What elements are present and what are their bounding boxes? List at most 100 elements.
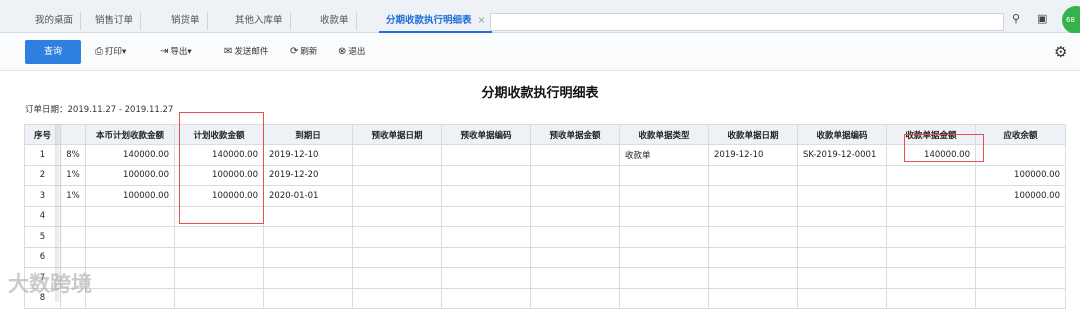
- table-cell[interactable]: [174, 246, 264, 268]
- column-header[interactable]: 预收单据编码: [441, 124, 531, 145]
- table-cell[interactable]: 8%: [60, 144, 86, 166]
- table-cell[interactable]: [886, 164, 976, 186]
- table-cell[interactable]: [975, 246, 1066, 268]
- table-cell[interactable]: [441, 185, 531, 207]
- table-cell[interactable]: 100000.00: [975, 164, 1066, 186]
- table-cell[interactable]: [263, 246, 353, 268]
- table-cell[interactable]: [975, 205, 1066, 227]
- table-cell[interactable]: [352, 267, 442, 289]
- table-cell[interactable]: [441, 164, 531, 186]
- table-row[interactable]: 8: [24, 287, 1066, 309]
- table-cell[interactable]: [530, 226, 620, 248]
- table-cell[interactable]: [352, 205, 442, 227]
- table-cell[interactable]: [708, 246, 798, 268]
- table-cell[interactable]: [85, 267, 175, 289]
- exit-button[interactable]: ⊗ 退出: [338, 45, 365, 57]
- table-cell[interactable]: [797, 226, 887, 248]
- export-button[interactable]: ⇥ 导出▾: [160, 45, 192, 57]
- table-cell[interactable]: [886, 185, 976, 207]
- table-cell[interactable]: [263, 267, 353, 289]
- tab-my-desktop[interactable]: 我的桌面: [28, 12, 82, 30]
- column-header[interactable]: 到期日: [263, 124, 353, 145]
- table-cell[interactable]: [619, 267, 709, 289]
- fullscreen-icon[interactable]: ▣: [1037, 12, 1047, 25]
- table-cell[interactable]: [619, 226, 709, 248]
- gear-icon[interactable]: ⚙: [1054, 43, 1067, 61]
- table-cell[interactable]: [174, 267, 264, 289]
- table-row[interactable]: 5: [24, 226, 1066, 248]
- table-cell[interactable]: [60, 246, 86, 268]
- table-cell[interactable]: [886, 205, 976, 227]
- table-cell[interactable]: [352, 246, 442, 268]
- table-cell[interactable]: [60, 205, 86, 227]
- table-cell[interactable]: [975, 226, 1066, 248]
- query-button[interactable]: 查询: [25, 40, 81, 64]
- table-cell[interactable]: 100000.00: [85, 164, 175, 186]
- table-cell[interactable]: [174, 226, 264, 248]
- table-cell[interactable]: [174, 287, 264, 309]
- table-cell[interactable]: [352, 144, 442, 166]
- table-cell[interactable]: [797, 205, 887, 227]
- table-cell[interactable]: 2019-12-10: [263, 144, 353, 166]
- table-cell[interactable]: [85, 205, 175, 227]
- table-cell[interactable]: [975, 267, 1066, 289]
- table-cell[interactable]: 1%: [60, 164, 86, 186]
- table-cell[interactable]: [886, 226, 976, 248]
- table-cell[interactable]: [619, 246, 709, 268]
- table-cell[interactable]: 2019-12-10: [708, 144, 798, 166]
- table-cell[interactable]: [85, 287, 175, 309]
- table-cell[interactable]: [352, 287, 442, 309]
- close-icon[interactable]: ×: [478, 15, 486, 26]
- column-header[interactable]: 收款单据编码: [797, 124, 887, 145]
- table-cell[interactable]: [886, 287, 976, 309]
- table-cell[interactable]: 收款单: [619, 144, 709, 166]
- table-cell[interactable]: [797, 164, 887, 186]
- table-cell[interactable]: 1%: [60, 185, 86, 207]
- column-header[interactable]: 预收单据日期: [352, 124, 442, 145]
- table-cell[interactable]: [352, 226, 442, 248]
- table-cell[interactable]: [708, 164, 798, 186]
- table-cell[interactable]: [530, 246, 620, 268]
- table-cell[interactable]: [441, 267, 531, 289]
- table-cell[interactable]: 140000.00: [85, 144, 175, 166]
- tab-delivery-note[interactable]: 销货单: [164, 12, 208, 30]
- refresh-button[interactable]: ⟳ 刷新: [290, 45, 317, 57]
- column-header[interactable]: 本币计划收款金额: [85, 124, 175, 145]
- table-cell[interactable]: [886, 246, 976, 268]
- table-cell[interactable]: 2019-12-20: [263, 164, 353, 186]
- table-cell[interactable]: [352, 185, 442, 207]
- column-header[interactable]: 收款单据日期: [708, 124, 798, 145]
- table-cell[interactable]: 2020-01-01: [263, 185, 353, 207]
- table-cell[interactable]: [85, 226, 175, 248]
- table-cell[interactable]: [352, 164, 442, 186]
- table-cell[interactable]: [530, 287, 620, 309]
- column-header[interactable]: 预收单据金额: [530, 124, 620, 145]
- table-cell[interactable]: [708, 185, 798, 207]
- tab-receipt[interactable]: 收款单: [313, 12, 357, 30]
- table-cell[interactable]: [797, 287, 887, 309]
- table-cell[interactable]: [975, 287, 1066, 309]
- table-cell[interactable]: [60, 226, 86, 248]
- table-cell[interactable]: [975, 144, 1066, 166]
- table-cell[interactable]: [530, 185, 620, 207]
- table-cell[interactable]: [708, 287, 798, 309]
- column-header[interactable]: 应收余额: [975, 124, 1066, 145]
- table-cell[interactable]: [441, 144, 531, 166]
- tab-other-inbound[interactable]: 其他入库单: [228, 12, 291, 30]
- table-cell[interactable]: [263, 287, 353, 309]
- table-cell[interactable]: [530, 164, 620, 186]
- table-cell[interactable]: [619, 287, 709, 309]
- table-row[interactable]: 7: [24, 267, 1066, 289]
- table-cell[interactable]: 100000.00: [975, 185, 1066, 207]
- tab-installment-report[interactable]: 分期收款执行明细表 ×: [379, 12, 493, 33]
- table-cell[interactable]: 100000.00: [85, 185, 175, 207]
- table-cell[interactable]: [797, 185, 887, 207]
- search-icon[interactable]: ⚲: [1012, 12, 1020, 25]
- send-mail-button[interactable]: ✉ 发送邮件: [224, 45, 268, 57]
- tab-sales-order[interactable]: 销售订单: [88, 12, 142, 30]
- table-cell[interactable]: [619, 164, 709, 186]
- table-cell[interactable]: [708, 267, 798, 289]
- table-cell[interactable]: SK-2019-12-0001: [797, 144, 887, 166]
- table-cell[interactable]: [263, 226, 353, 248]
- table-cell[interactable]: [886, 267, 976, 289]
